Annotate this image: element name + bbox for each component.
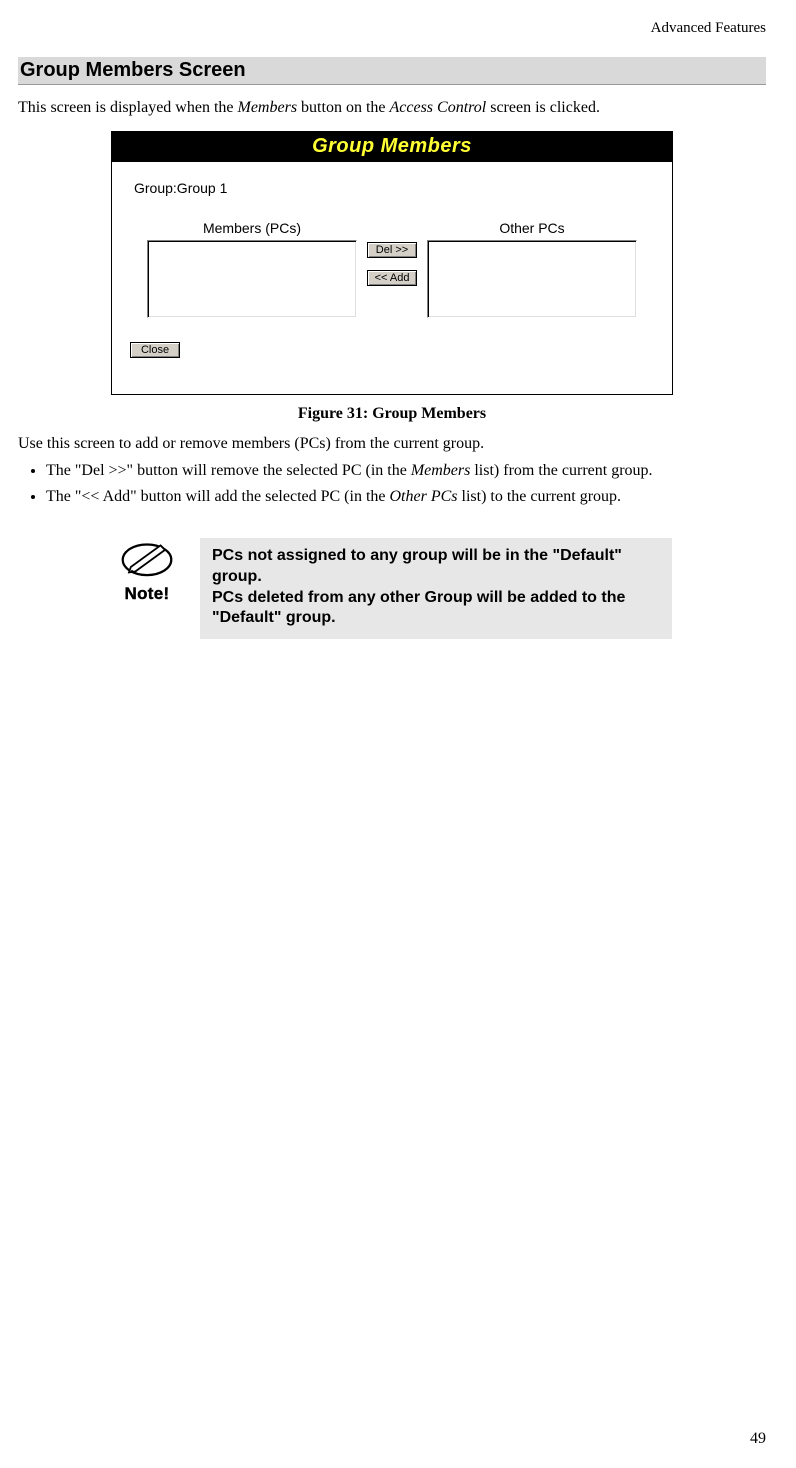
- bullet-del: The "Del >>" button will remove the sele…: [46, 461, 766, 481]
- section-heading: Group Members Screen: [18, 57, 766, 85]
- close-row: Close: [130, 342, 654, 358]
- intro-text-mid: button on the: [297, 99, 389, 116]
- note-icon-cell: Note!: [112, 538, 182, 604]
- intro-text-pre: This screen is displayed when the: [18, 99, 238, 116]
- bullet-add-em: Other PCs: [390, 488, 458, 505]
- bullet-del-em: Members: [411, 462, 471, 479]
- note-box: PCs not assigned to any group will be in…: [200, 538, 672, 639]
- app-body: Group:Group 1 Members (PCs) Del >> << Ad…: [112, 162, 672, 394]
- group-label: Group:Group 1: [134, 180, 654, 196]
- members-column: Members (PCs): [147, 220, 357, 318]
- other-pcs-column: Other PCs: [427, 220, 637, 318]
- intro-em-access-control: Access Control: [389, 99, 486, 116]
- note-label: Note!: [112, 584, 182, 604]
- app-window: Group Members Group:Group 1 Members (PCs…: [111, 131, 673, 395]
- page-number: 49: [750, 1430, 766, 1448]
- bullet-del-post: list) from the current group.: [470, 462, 652, 479]
- members-listbox[interactable]: [147, 240, 357, 318]
- usage-paragraph: Use this screen to add or remove members…: [18, 435, 766, 453]
- lists-row: Members (PCs) Del >> << Add Other PCs: [130, 220, 654, 318]
- figure-wrap: Group Members Group:Group 1 Members (PCs…: [18, 131, 766, 395]
- note-row: Note! PCs not assigned to any group will…: [112, 538, 672, 639]
- intro-em-members: Members: [238, 99, 298, 116]
- del-button[interactable]: Del >>: [367, 242, 417, 258]
- add-button[interactable]: << Add: [367, 270, 417, 286]
- bullet-del-pre: The "Del >>" button will remove the sele…: [46, 462, 411, 479]
- intro-paragraph: This screen is displayed when the Member…: [18, 99, 766, 117]
- note-line-1: PCs not assigned to any group will be in…: [212, 546, 660, 588]
- members-list-label: Members (PCs): [147, 220, 357, 236]
- bullet-add-post: list) to the current group.: [458, 488, 622, 505]
- transfer-buttons-column: Del >> << Add: [357, 242, 427, 286]
- note-line-2: PCs deleted from any other Group will be…: [212, 588, 660, 630]
- other-pcs-listbox[interactable]: [427, 240, 637, 318]
- pencil-note-icon: [120, 538, 174, 578]
- bullet-list: The "Del >>" button will remove the sele…: [18, 461, 766, 508]
- page: Advanced Features Group Members Screen T…: [0, 0, 796, 1468]
- running-header: Advanced Features: [18, 20, 766, 37]
- figure-caption: Figure 31: Group Members: [18, 405, 766, 423]
- bullet-add-pre: The "<< Add" button will add the selecte…: [46, 488, 390, 505]
- bullet-add: The "<< Add" button will add the selecte…: [46, 487, 766, 507]
- close-button[interactable]: Close: [130, 342, 180, 358]
- other-pcs-list-label: Other PCs: [427, 220, 637, 236]
- intro-text-post: screen is clicked.: [486, 99, 600, 116]
- app-titlebar: Group Members: [112, 132, 672, 162]
